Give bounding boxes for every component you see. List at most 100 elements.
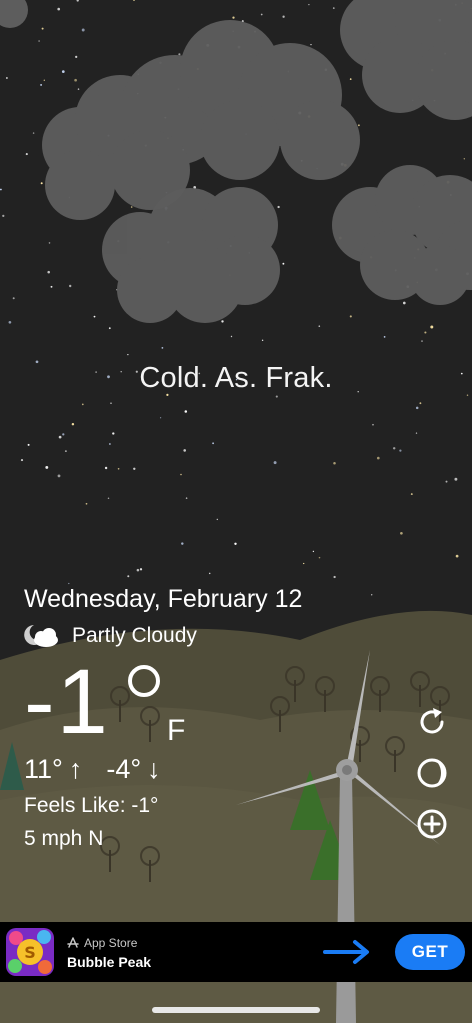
star — [181, 542, 184, 545]
star — [232, 16, 235, 19]
star — [108, 327, 111, 330]
star — [41, 27, 44, 30]
low-temp: -4° — [106, 754, 142, 784]
star — [64, 450, 67, 453]
star — [0, 188, 2, 191]
star — [282, 262, 285, 265]
star — [318, 556, 321, 559]
star — [77, 88, 80, 90]
ad-banner[interactable]: S App Store Bubble Peak GET — [0, 922, 472, 982]
star — [383, 336, 386, 338]
star — [180, 473, 182, 476]
star — [74, 78, 77, 82]
app-store-icon — [67, 937, 79, 948]
condition-row: Partly Cloudy — [24, 622, 197, 650]
partly-cloudy-night-icon — [24, 625, 58, 647]
star — [424, 331, 427, 334]
star — [371, 594, 373, 596]
home-indicator[interactable] — [152, 1007, 320, 1013]
star — [32, 132, 35, 134]
star — [184, 410, 188, 413]
star — [410, 493, 413, 496]
star — [349, 315, 352, 318]
star — [430, 325, 434, 329]
degree-symbol — [128, 665, 160, 697]
star — [50, 285, 53, 288]
star — [392, 447, 396, 450]
star — [127, 575, 130, 578]
star — [260, 13, 263, 16]
star — [208, 572, 211, 575]
star — [421, 340, 423, 342]
star — [332, 7, 335, 9]
get-button[interactable]: GET — [395, 934, 465, 970]
svg-text:S: S — [24, 943, 36, 962]
star — [185, 497, 188, 499]
date-label: Wednesday, February 12 — [24, 585, 303, 613]
star — [27, 443, 30, 446]
star — [6, 77, 8, 79]
star — [310, 44, 312, 46]
star — [112, 432, 115, 435]
star — [275, 395, 278, 398]
star — [415, 432, 418, 434]
star — [261, 339, 264, 342]
star — [445, 480, 448, 483]
high-temp: 11° — [24, 754, 63, 784]
temperature-value: -1 — [24, 651, 110, 753]
weather-tagline: Cold. As. Frak. — [139, 362, 333, 394]
star — [57, 7, 61, 11]
star — [318, 325, 321, 328]
wind-label: 5 mph N — [24, 827, 104, 850]
refresh-button[interactable] — [415, 705, 449, 739]
down-arrow-icon: ↓ — [147, 754, 161, 784]
star — [57, 474, 61, 478]
refresh-icon — [420, 708, 444, 734]
star — [45, 465, 49, 469]
temperature-unit: F — [167, 714, 186, 747]
star — [85, 502, 88, 505]
star — [109, 443, 111, 445]
star — [136, 568, 140, 572]
moon-phase-icon — [417, 758, 447, 788]
star — [415, 406, 419, 410]
star — [221, 320, 224, 323]
star — [357, 124, 360, 127]
star — [234, 542, 237, 546]
feels-like-label: Feels Like: -1° — [24, 794, 159, 817]
star — [61, 70, 65, 73]
star — [127, 354, 129, 356]
ad-source-label: App Store — [84, 936, 138, 950]
star — [20, 459, 24, 462]
ad-source: App Store — [67, 936, 137, 950]
condition-label: Partly Cloudy — [72, 624, 197, 647]
star — [216, 518, 218, 521]
star — [277, 205, 280, 209]
star — [81, 28, 85, 32]
add-location-button[interactable] — [415, 807, 449, 841]
star — [68, 582, 70, 585]
bubble-peak-app-icon: S — [6, 928, 54, 976]
moon-phase-button[interactable] — [415, 756, 449, 790]
star — [372, 423, 374, 426]
star — [308, 3, 310, 6]
star — [81, 403, 84, 406]
star — [376, 456, 380, 460]
star — [333, 575, 336, 579]
star — [454, 477, 458, 481]
star — [333, 461, 336, 465]
star — [110, 402, 112, 404]
star — [43, 79, 45, 81]
weather-scene-background — [0, 0, 472, 1023]
star — [69, 284, 72, 288]
star — [40, 182, 43, 185]
star — [93, 315, 96, 318]
star — [130, 206, 133, 208]
star — [463, 158, 465, 160]
ad-title: Bubble Peak — [67, 954, 152, 970]
up-arrow-icon: ↑ — [68, 754, 83, 784]
star — [38, 40, 40, 42]
star — [303, 562, 305, 565]
star — [159, 417, 162, 419]
temperature-block: -1 F — [24, 652, 214, 752]
